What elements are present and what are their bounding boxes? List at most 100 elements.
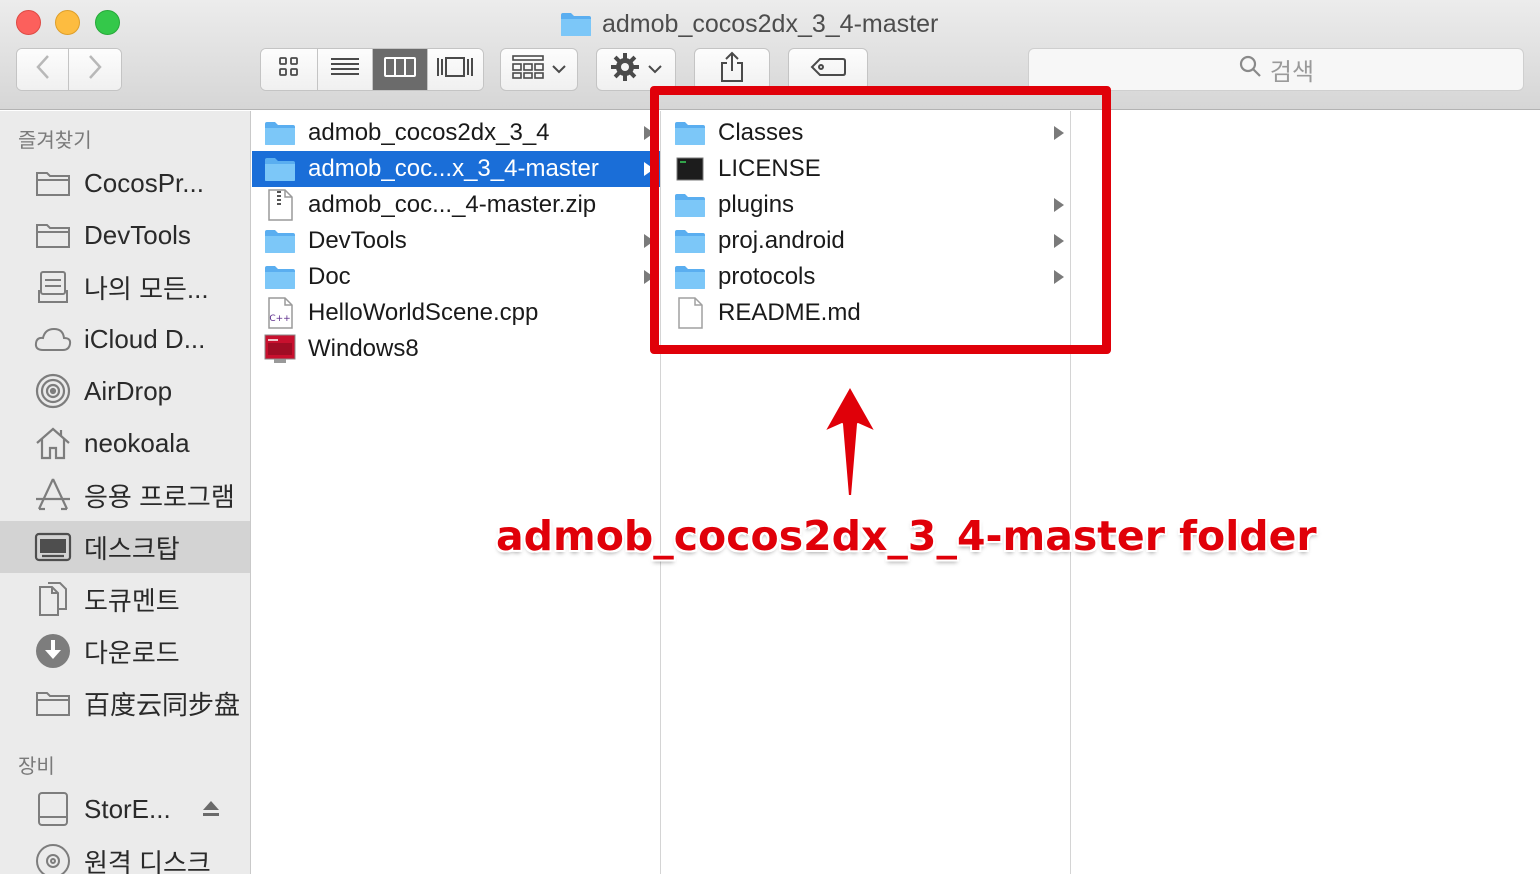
annotation-caption: admob_cocos2dx_3_4-master folder	[496, 512, 1317, 560]
sidebar-item-label: 도큐멘트	[84, 585, 180, 616]
disclosure-arrow-icon	[644, 115, 654, 151]
file-row-selected[interactable]: admob_coc...x_3_4-master	[252, 151, 660, 187]
forward-button[interactable]	[69, 49, 121, 90]
drive-icon	[34, 790, 72, 828]
sidebar-item-all-my-files[interactable]: 나의 모든...	[0, 261, 250, 313]
coverflow-view-button[interactable]	[427, 49, 483, 90]
cpp-file-icon: C++	[264, 297, 296, 329]
file-name: README.md	[718, 299, 861, 326]
browser-column-3	[1072, 111, 1540, 874]
file-row[interactable]: admob_cocos2dx_3_4	[252, 115, 660, 151]
file-row[interactable]: plugins	[662, 187, 1070, 223]
sidebar-item-storage-drive[interactable]: StorE...	[0, 783, 250, 835]
share-icon	[719, 51, 745, 88]
tag-button[interactable]	[788, 48, 868, 91]
tag-icon	[810, 57, 846, 82]
minimize-window-button[interactable]	[55, 10, 80, 35]
sidebar-item-remote-disc[interactable]: 원격 디스크	[0, 835, 250, 874]
file-name: LICENSE	[718, 155, 821, 182]
sidebar-item-label: neokoala	[84, 427, 190, 458]
file-name: protocols	[718, 263, 816, 290]
airdrop-icon	[34, 372, 72, 410]
file-name: plugins	[718, 191, 795, 218]
sidebar-favorites-header: 즐겨찾기	[18, 129, 92, 152]
search-field[interactable]: 검색	[1028, 48, 1524, 91]
disclosure-arrow-icon	[644, 259, 654, 295]
back-button[interactable]	[17, 49, 69, 90]
sidebar-item-home[interactable]: neokoala	[0, 417, 250, 469]
close-window-button[interactable]	[16, 10, 41, 35]
folder-icon	[264, 261, 296, 293]
list-view-icon	[330, 56, 360, 83]
icon-view-button[interactable]	[261, 49, 319, 90]
file-row[interactable]: Classes	[662, 115, 1070, 151]
folder-icon	[34, 164, 72, 202]
file-row[interactable]: admob_coc..._4-master.zip	[252, 187, 660, 223]
folder-icon	[674, 117, 706, 149]
sidebar-item-applications[interactable]: 응용 프로그램	[0, 469, 250, 521]
share-button[interactable]	[694, 48, 770, 91]
sidebar-item-desktop[interactable]: 데스크탑	[0, 521, 250, 573]
nav-buttons	[16, 48, 122, 91]
file-row[interactable]: Windows8	[252, 331, 660, 367]
remote-disc-icon	[34, 842, 72, 874]
documents-icon	[34, 580, 72, 618]
file-row[interactable]: Doc	[252, 259, 660, 295]
coverflow-view-icon	[436, 56, 474, 83]
folder-icon	[560, 11, 592, 37]
column-view-button[interactable]	[373, 49, 428, 90]
column-view-icon	[383, 56, 416, 83]
text-file-icon	[674, 297, 706, 329]
disclosure-arrow-icon	[644, 223, 654, 259]
cloud-icon	[34, 320, 72, 358]
disclosure-arrow-icon	[644, 151, 654, 187]
file-row[interactable]: README.md	[662, 295, 1070, 331]
sidebar-item-label: StorE...	[84, 793, 171, 824]
file-name: admob_cocos2dx_3_4	[308, 119, 550, 146]
disclosure-arrow-icon	[1054, 187, 1064, 223]
list-view-button[interactable]	[318, 49, 373, 90]
browser-column-1: admob_cocos2dx_3_4 admob_coc...x_3_4-mas…	[252, 111, 661, 874]
file-row[interactable]: LICENSE	[662, 151, 1070, 187]
sidebar-item-label: 百度云同步盘	[84, 689, 241, 720]
annotation-arrow-icon	[822, 384, 878, 503]
icon-view-icon	[278, 56, 300, 83]
gear-icon	[610, 52, 640, 87]
disclosure-arrow-icon	[1054, 223, 1064, 259]
folder-icon	[264, 225, 296, 257]
arrange-button[interactable]	[500, 48, 578, 91]
file-row[interactable]: C++ HelloWorldScene.cpp	[252, 295, 660, 331]
parallels-vm-icon	[264, 333, 296, 365]
folder-icon	[34, 216, 72, 254]
folder-icon	[674, 225, 706, 257]
sidebar-item-cocosproject[interactable]: CocosPr...	[0, 157, 250, 209]
eject-icon[interactable]	[202, 794, 220, 825]
file-row[interactable]: protocols	[662, 259, 1070, 295]
chevron-left-icon	[35, 54, 51, 85]
sidebar-item-label: 데스크탑	[84, 533, 180, 564]
sidebar-devices-header: 장비	[18, 755, 55, 778]
sidebar-item-label: 나의 모든...	[84, 273, 209, 304]
folder-icon	[264, 153, 296, 185]
sidebar-item-label: 원격 디스크	[84, 847, 211, 874]
file-name: Doc	[308, 263, 351, 290]
chevron-down-icon	[552, 61, 566, 79]
terminal-file-icon	[674, 153, 706, 185]
zoom-window-button[interactable]	[95, 10, 120, 35]
sidebar-item-baidu-sync[interactable]: 百度云同步盘	[0, 677, 250, 729]
sidebar-item-label: 다운로드	[84, 637, 180, 668]
sidebar-item-documents[interactable]: 도큐멘트	[0, 573, 250, 625]
file-name: Windows8	[308, 335, 419, 362]
folder-icon	[264, 117, 296, 149]
search-placeholder: 검색	[1269, 59, 1315, 86]
folder-icon	[674, 261, 706, 293]
sidebar-item-airdrop[interactable]: AirDrop	[0, 365, 250, 417]
action-button[interactable]	[596, 48, 676, 91]
file-row[interactable]: DevTools	[252, 223, 660, 259]
file-row[interactable]: proj.android	[662, 223, 1070, 259]
svg-text:C++: C++	[269, 314, 290, 324]
folder-icon	[674, 189, 706, 221]
sidebar-item-devtools[interactable]: DevTools	[0, 209, 250, 261]
sidebar-item-icloud-drive[interactable]: iCloud D...	[0, 313, 250, 365]
sidebar-item-downloads[interactable]: 다운로드	[0, 625, 250, 677]
